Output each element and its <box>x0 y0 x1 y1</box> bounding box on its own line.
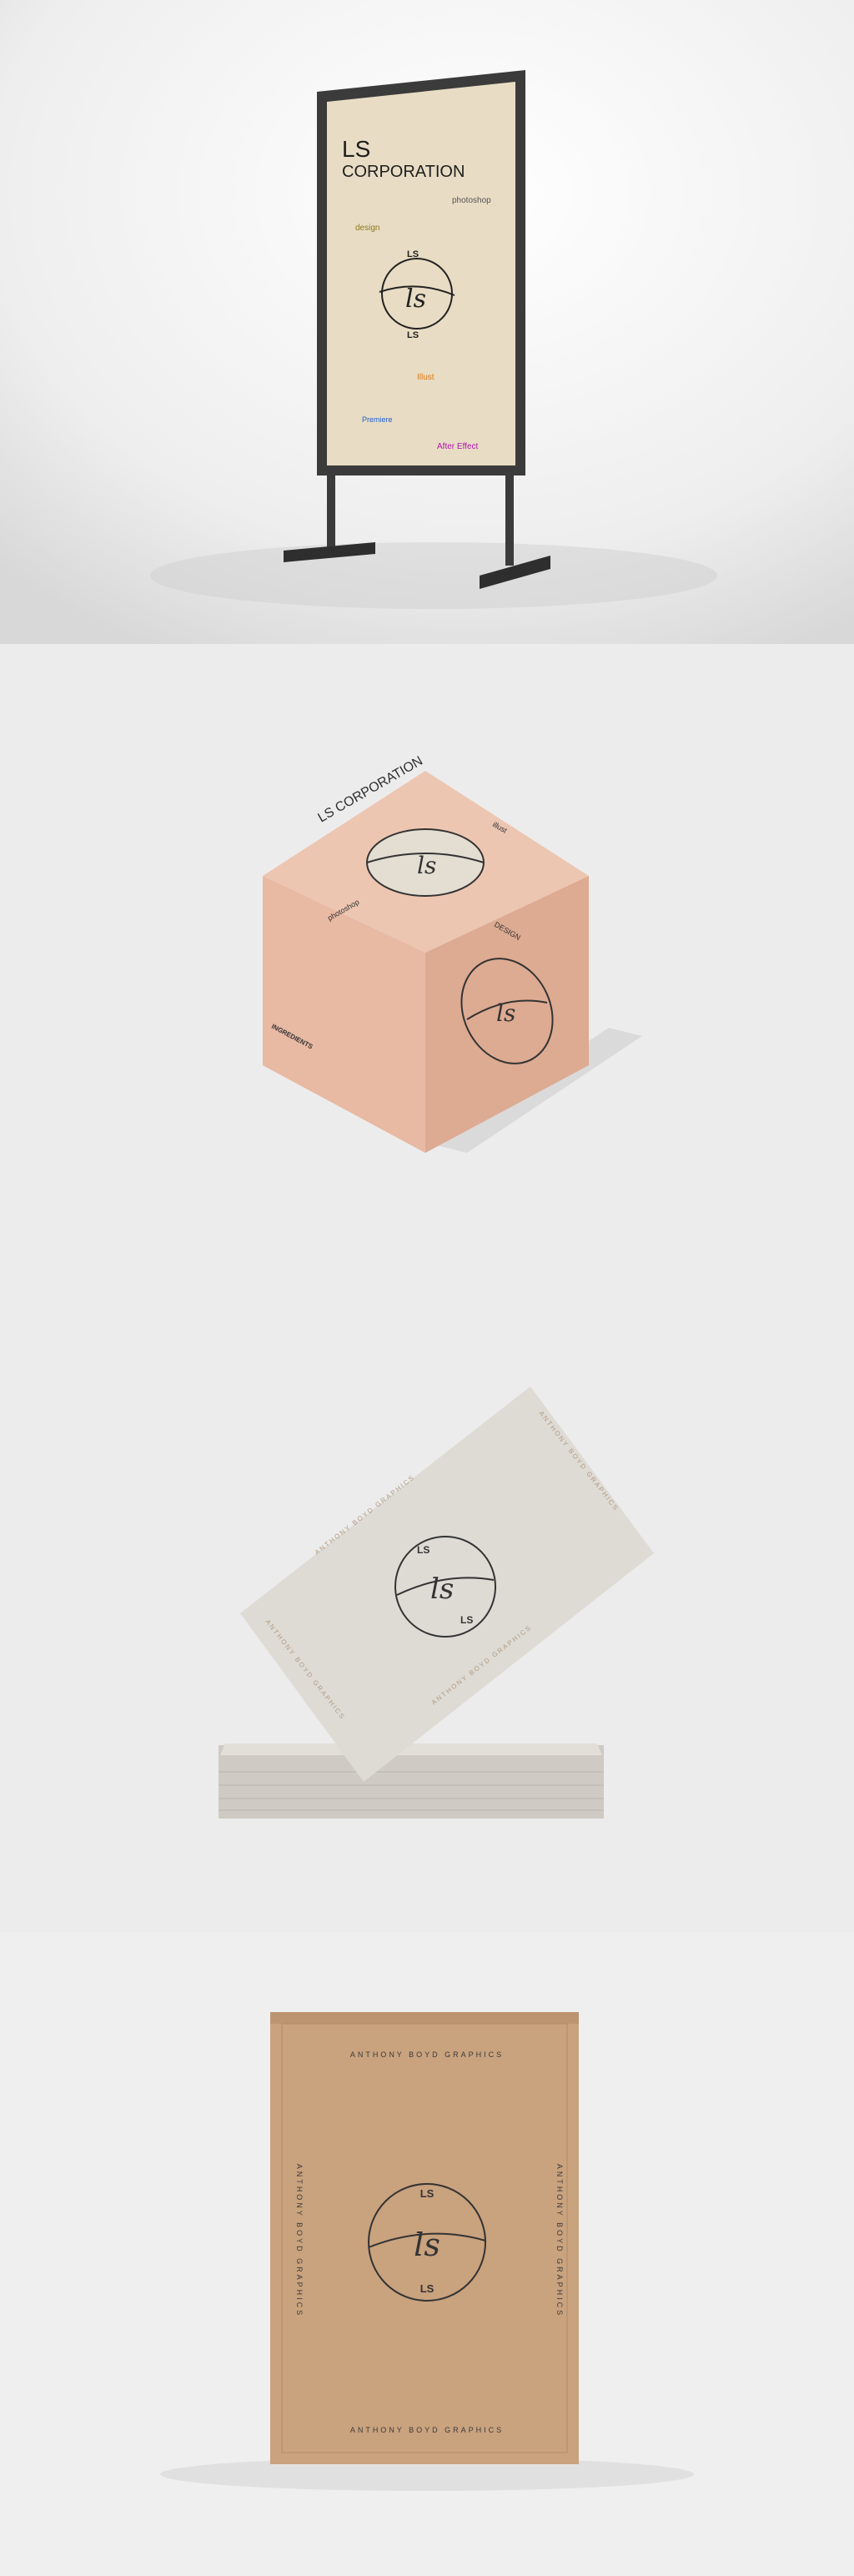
logo-bottom: LS <box>407 330 419 340</box>
stand-leg-right <box>505 474 514 566</box>
mailer-edge-text-bottom: ANTHONY BOYD GRAPHICS <box>350 2426 504 2434</box>
cube-box-panel: LS CORPORATION photoshop illust DESIGN I… <box>0 644 854 1288</box>
mailer-edge-text-top: ANTHONY BOYD GRAPHICS <box>350 2050 504 2059</box>
signboard-panel: LS CORPORATION photoshop design Illust P… <box>0 0 854 644</box>
mailer-edge-text-left: ANTHONY BOYD GRAPHICS <box>295 2164 304 2317</box>
business-card-panel: ANTHONY BOYD GRAPHICS ANTHONY BOYD GRAPH… <box>0 1288 854 1932</box>
cube-side-monogram: ls <box>496 999 515 1027</box>
mailer-box-panel: ANTHONY BOYD GRAPHICS ANTHONY BOYD GRAPH… <box>0 1932 854 2576</box>
mailer-box-scene: ANTHONY BOYD GRAPHICS ANTHONY BOYD GRAPH… <box>0 1932 854 2576</box>
logo-monogram: ls <box>405 284 426 314</box>
logo-top: LS <box>407 249 419 259</box>
tag-photoshop: photoshop <box>452 196 491 205</box>
tag-design: design <box>355 224 379 233</box>
poster-title-line2: CORPORATION <box>342 163 465 181</box>
poster-title-line1: LS <box>342 136 370 162</box>
mailer-logo-bottom: LS <box>420 2282 435 2295</box>
tag-after-effect: After Effect <box>437 442 479 451</box>
card-monogram: ls <box>430 1572 454 1606</box>
tag-premiere: Premiere <box>362 415 393 424</box>
cube-top-monogram: ls <box>417 852 436 879</box>
cube-top-logo: ls <box>366 828 485 897</box>
floor-shadow <box>150 542 717 609</box>
card-logo-bottom: LS <box>460 1614 473 1626</box>
mailer-box-lid-edge <box>270 2012 579 2024</box>
signboard-scene: LS CORPORATION photoshop design Illust P… <box>0 0 854 644</box>
business-card-scene: ANTHONY BOYD GRAPHICS ANTHONY BOYD GRAPH… <box>0 1288 854 1932</box>
card-stack-top <box>220 1743 602 1755</box>
cube-box-scene: LS CORPORATION photoshop illust DESIGN I… <box>0 644 854 1288</box>
mailer-monogram: ls <box>414 2226 440 2263</box>
mailer-edge-text-right: ANTHONY BOYD GRAPHICS <box>555 2164 564 2317</box>
card-logo-top: LS <box>417 1544 430 1556</box>
tag-illustrator: Illust <box>417 373 435 382</box>
stand-leg-left <box>327 474 335 549</box>
mailer-logo-top: LS <box>420 2187 435 2200</box>
card-stack <box>219 1745 604 1819</box>
